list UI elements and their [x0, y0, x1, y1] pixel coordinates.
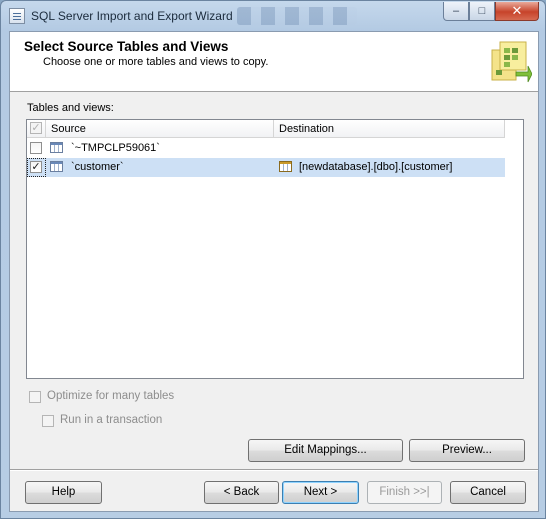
- wizard-header: Select Source Tables and Views Choose on…: [10, 32, 538, 92]
- source-name: `customer`: [71, 161, 124, 173]
- title-bar[interactable]: SQL Server Import and Export Wizard – □ …: [1, 1, 545, 31]
- wizard-client-area: Select Source Tables and Views Choose on…: [9, 31, 539, 512]
- destination-column-header[interactable]: Destination: [274, 120, 505, 138]
- source-cell[interactable]: `~TMPCLP59061`: [46, 139, 274, 158]
- cancel-button[interactable]: Cancel: [450, 481, 526, 504]
- destination-cell[interactable]: [newdatabase].[dbo].[customer]: [274, 158, 505, 177]
- minimize-icon: –: [452, 5, 460, 17]
- tables-list[interactable]: ✓ Source Destination `~TMPCLP59061` ✓ `c…: [26, 119, 524, 379]
- separator: [10, 469, 538, 471]
- source-name: `~TMPCLP59061`: [71, 142, 160, 154]
- edit-mappings-button[interactable]: Edit Mappings...: [248, 439, 403, 462]
- tables-and-views-label: Tables and views:: [27, 102, 114, 114]
- destination-cell[interactable]: [274, 139, 505, 158]
- row-checkbox[interactable]: [30, 142, 42, 154]
- window-controls: – □ ✕: [443, 2, 539, 22]
- window-title: SQL Server Import and Export Wizard: [31, 9, 233, 23]
- finish-button[interactable]: Finish >>|: [367, 481, 442, 504]
- page-title: Select Source Tables and Views: [24, 39, 229, 54]
- select-all-column[interactable]: ✓: [27, 120, 46, 138]
- select-all-checkbox[interactable]: ✓: [30, 122, 42, 134]
- title-bar-blur: [237, 7, 357, 25]
- close-icon: ✕: [511, 3, 523, 18]
- table-row[interactable]: ✓ `customer` [newdatabase].[dbo].[custom…: [27, 158, 505, 177]
- transaction-label: Run in a transaction: [60, 414, 163, 426]
- minimize-button[interactable]: –: [443, 2, 469, 21]
- wizard-tables-graphic-icon: [491, 41, 532, 83]
- destination-name: [newdatabase].[dbo].[customer]: [299, 161, 453, 173]
- optimize-label: Optimize for many tables: [47, 390, 175, 402]
- source-cell[interactable]: `customer`: [46, 158, 274, 177]
- app-icon: [9, 8, 25, 24]
- maximize-button[interactable]: □: [469, 2, 495, 21]
- row-checkbox[interactable]: ✓: [30, 161, 42, 173]
- close-button[interactable]: ✕: [495, 2, 539, 21]
- optimize-checkbox[interactable]: [29, 391, 41, 403]
- page-subtitle: Choose one or more tables and views to c…: [43, 56, 269, 68]
- transaction-checkbox[interactable]: [42, 415, 54, 427]
- table-icon: [50, 142, 63, 153]
- preview-button[interactable]: Preview...: [409, 439, 525, 462]
- table-row[interactable]: `~TMPCLP59061`: [27, 139, 505, 158]
- wizard-window: SQL Server Import and Export Wizard – □ …: [0, 0, 546, 519]
- help-button[interactable]: Help: [25, 481, 102, 504]
- list-header: ✓ Source Destination: [27, 120, 505, 138]
- destination-table-icon: [279, 161, 292, 172]
- back-button[interactable]: < Back: [204, 481, 279, 504]
- source-column-header[interactable]: Source: [46, 120, 274, 138]
- next-button[interactable]: Next >: [282, 481, 359, 504]
- table-icon: [50, 161, 63, 172]
- maximize-icon: □: [478, 5, 486, 17]
